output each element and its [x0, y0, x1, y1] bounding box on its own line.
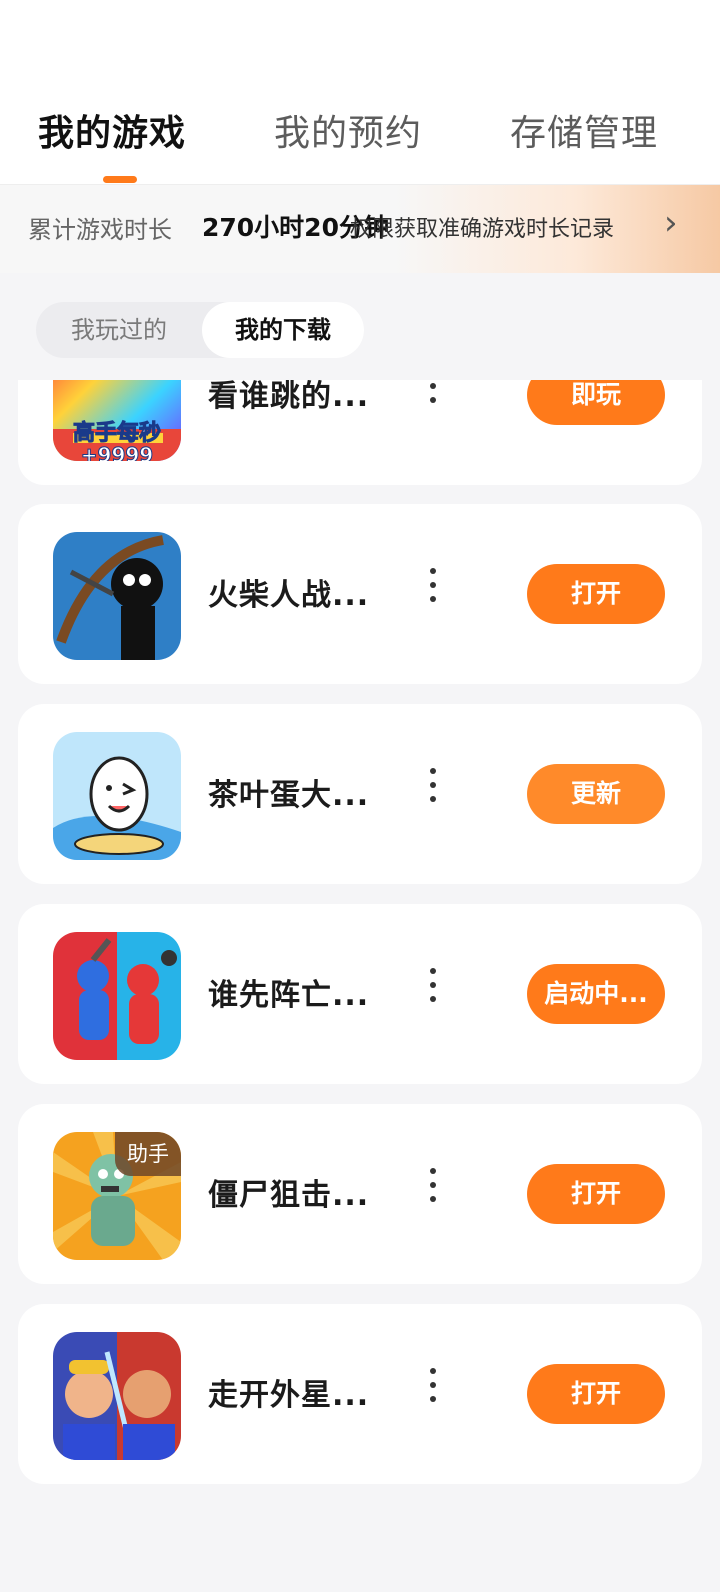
- chevron-right-icon[interactable]: ›: [664, 203, 678, 243]
- main-tabs: 我的游戏 我的预约 存储管理: [0, 104, 720, 164]
- game-name: 火柴人战...: [208, 578, 370, 613]
- tab-storage-management[interactable]: 存储管理: [510, 104, 658, 156]
- playtime-permission-hint[interactable]: 权限获取准确游戏时长记录: [350, 211, 614, 243]
- assistant-badge: 助手: [115, 1132, 181, 1176]
- open-button[interactable]: 打开: [527, 1364, 665, 1424]
- game-card[interactable]: 谁先阵亡... 启动中...: [18, 904, 702, 1084]
- more-options-icon[interactable]: [416, 758, 450, 828]
- segment-downloads[interactable]: 我的下载: [202, 302, 364, 358]
- playtime-banner[interactable]: 累计游戏时长 270小时20分钟 权限获取准确游戏时长记录 ›: [0, 184, 720, 273]
- open-button[interactable]: 打开: [527, 564, 665, 624]
- game-list[interactable]: 高手每秒 +9999 看谁跳的... 即玩 火柴人战... 打开 茶叶蛋大...…: [0, 380, 720, 1510]
- more-options-icon[interactable]: [416, 558, 450, 628]
- game-card[interactable]: 火柴人战... 打开: [18, 504, 702, 684]
- game-name: 谁先阵亡...: [208, 978, 370, 1013]
- segment-played[interactable]: 我玩过的: [36, 302, 202, 358]
- fighter-game-icon[interactable]: [53, 932, 181, 1060]
- icon-score: +9999: [80, 443, 154, 462]
- instant-play-button[interactable]: 即玩: [527, 380, 665, 425]
- tab-my-reservations[interactable]: 我的预约: [274, 104, 422, 156]
- game-card[interactable]: 高手每秒 +9999 看谁跳的... 即玩: [18, 380, 702, 485]
- more-options-icon[interactable]: [416, 1358, 450, 1428]
- game-name: 走开外星...: [208, 1378, 370, 1413]
- top-header: 我的游戏 我的预约 存储管理: [0, 0, 720, 184]
- played-downloaded-switch: 我玩过的 我的下载: [36, 302, 364, 358]
- open-button[interactable]: 打开: [527, 1164, 665, 1224]
- alien-game-icon[interactable]: [53, 1332, 181, 1460]
- stickman-game-icon[interactable]: [53, 532, 181, 660]
- game-name: 茶叶蛋大...: [208, 778, 370, 813]
- game-card[interactable]: 茶叶蛋大... 更新: [18, 704, 702, 884]
- launching-button[interactable]: 启动中...: [527, 964, 665, 1024]
- game-card[interactable]: 助手 僵尸狙击... 打开: [18, 1104, 702, 1284]
- active-tab-indicator: [103, 176, 137, 183]
- more-options-icon[interactable]: [416, 1158, 450, 1228]
- zombie-game-icon[interactable]: 助手: [53, 1132, 181, 1260]
- game-name: 僵尸狙击...: [208, 1178, 370, 1213]
- game-card[interactable]: 走开外星... 打开: [18, 1304, 702, 1484]
- more-options-icon[interactable]: [416, 958, 450, 1028]
- playtime-label: 累计游戏时长: [28, 216, 172, 244]
- egg-game-icon[interactable]: [53, 732, 181, 860]
- tab-my-games[interactable]: 我的游戏: [38, 104, 186, 156]
- more-options-icon[interactable]: [416, 380, 450, 429]
- game-name: 看谁跳的...: [208, 380, 370, 414]
- update-button[interactable]: 更新: [527, 764, 665, 824]
- jump-game-icon[interactable]: 高手每秒 +9999: [53, 380, 181, 461]
